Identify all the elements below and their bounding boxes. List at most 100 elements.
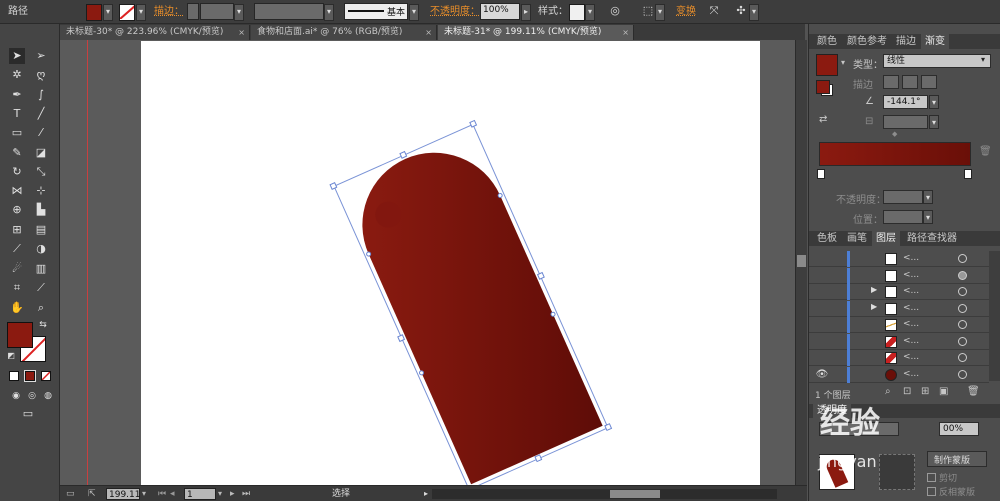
stop-opacity-dropdown[interactable]: ▾ <box>923 190 933 204</box>
direct-selection-icon[interactable]: ➢ <box>33 48 49 64</box>
stroke-weight-stepper[interactable] <box>187 3 199 20</box>
selection-icon[interactable]: ➤ <box>9 48 25 64</box>
gradient-icon[interactable]: ▤ <box>33 222 49 238</box>
close-icon[interactable]: × <box>425 25 432 40</box>
tab-food-and-store[interactable]: 食物和店面.ai* @ 76% (RGB/预览) × <box>251 25 437 40</box>
stop-opacity-input[interactable] <box>883 190 923 204</box>
reverse-gradient-icon[interactable]: ⇄ <box>819 114 827 125</box>
vertical-scrollbar[interactable] <box>795 40 807 485</box>
visibility-eye-icon[interactable] <box>815 285 829 299</box>
visibility-eye-icon[interactable]: 👁 <box>815 368 829 382</box>
stroke-gradient-along-icon[interactable] <box>902 75 918 89</box>
stroke-color-swatch[interactable] <box>119 4 135 21</box>
delete-layer-icon[interactable]: 🗑 <box>967 386 980 397</box>
tab-color[interactable]: 颜色 <box>813 34 841 49</box>
prev-artboard-icon[interactable]: ◂ <box>170 488 175 500</box>
target-circle-icon[interactable] <box>958 320 967 329</box>
draw-normal-icon[interactable]: ◉ <box>8 388 24 404</box>
paintbrush-icon[interactable]: ⁄ <box>33 125 49 141</box>
tab-color-guide[interactable]: 颜色参考 <box>843 34 891 49</box>
variable-width-dropdown[interactable]: ▾ <box>324 4 334 21</box>
close-icon[interactable]: × <box>622 25 629 40</box>
fill-gradient-swatch[interactable] <box>816 80 830 94</box>
delete-stop-icon[interactable]: 🗑 <box>979 146 992 157</box>
opacity-dropdown-arrow[interactable]: ▸ <box>521 4 531 21</box>
export-icon[interactable]: ⇱ <box>88 488 96 500</box>
tab-stroke[interactable]: 描边 <box>892 34 920 49</box>
layers-scrollbar[interactable] <box>989 251 1000 381</box>
magic-wand-icon[interactable]: ✲ <box>9 67 25 83</box>
stroke-gradient-within-icon[interactable] <box>883 75 899 89</box>
shape-builder-icon[interactable]: ⊕ <box>9 202 25 218</box>
brush-dropdown-arrow[interactable]: ▾ <box>409 4 419 21</box>
color-mode-icon[interactable] <box>9 371 19 381</box>
fill-dropdown-arrow[interactable]: ▾ <box>103 4 113 21</box>
fill-color-box[interactable] <box>7 322 33 348</box>
tab-document-31[interactable]: 未标题-31* @ 199.11% (CMYK/预览) × <box>438 25 634 40</box>
recolor-artwork-icon[interactable]: ◎ <box>607 3 623 20</box>
draw-inside-icon[interactable]: ◍ <box>40 388 56 404</box>
opacity-input[interactable]: 100% <box>480 3 520 20</box>
stroke-gradient-across-icon[interactable] <box>921 75 937 89</box>
graphic-style-swatch[interactable] <box>569 4 585 21</box>
expand-arrow-icon[interactable]: ▶ <box>871 302 877 311</box>
visibility-eye-icon[interactable] <box>815 302 829 316</box>
gradient-slider-bar[interactable] <box>819 142 971 166</box>
horizontal-scrollbar[interactable] <box>432 489 777 499</box>
layer-row[interactable]: <... <box>809 251 989 267</box>
visibility-eye-icon[interactable] <box>815 351 829 365</box>
target-circle-icon[interactable] <box>958 353 967 362</box>
isolate-icon[interactable]: ⤧ <box>706 3 722 20</box>
visibility-eye-icon[interactable] <box>815 318 829 332</box>
horizontal-scroll-thumb[interactable] <box>610 490 660 498</box>
new-layer-icon[interactable]: ▣ <box>939 386 948 397</box>
blend-icon[interactable]: ◑ <box>33 241 49 257</box>
gradient-preview-dropdown[interactable]: ▾ <box>841 58 845 67</box>
close-icon[interactable]: × <box>238 25 245 40</box>
gradient-mode-icon[interactable] <box>24 370 36 382</box>
slice-icon[interactable]: ⟋ <box>33 280 49 296</box>
clip-checkbox[interactable] <box>927 473 936 482</box>
visibility-eye-icon[interactable] <box>815 269 829 283</box>
stop-location-input[interactable] <box>883 210 923 224</box>
stroke-dropdown-arrow[interactable]: ▾ <box>136 4 146 21</box>
default-colors-icon[interactable]: ◩ <box>6 351 16 361</box>
angle-dropdown[interactable]: ▾ <box>929 95 939 109</box>
curvature-icon[interactable]: ∫ <box>33 87 49 103</box>
mask-thumbnail[interactable] <box>879 454 915 490</box>
layer-row[interactable]: <... <box>809 317 989 333</box>
tab-pathfinder[interactable]: 路径查找器 <box>903 231 961 246</box>
target-circle-icon[interactable] <box>958 270 967 280</box>
rotate-icon[interactable]: ↻ <box>9 164 25 180</box>
none-mode-icon[interactable] <box>41 371 51 381</box>
line-segment-icon[interactable]: ╱ <box>33 106 49 122</box>
swap-fill-stroke-icon[interactable]: ⇆ <box>38 320 48 330</box>
layer-row[interactable]: <... <box>809 350 989 366</box>
gradient-stop-left[interactable] <box>817 169 825 179</box>
gradient-type-select[interactable]: 线性 <box>883 54 991 68</box>
tab-document-30[interactable]: 未标题-30* @ 223.96% (CMYK/预览) × <box>60 25 250 40</box>
gradient-preview-swatch[interactable] <box>816 54 838 76</box>
align-icon[interactable]: ⬚ <box>640 3 656 20</box>
status-menu-arrow[interactable]: ▸ <box>424 488 428 500</box>
rectangle-icon[interactable]: ▭ <box>9 125 25 141</box>
align-dropdown[interactable]: ▾ <box>655 4 665 21</box>
make-clipping-mask-icon[interactable]: ⊡ <box>903 386 911 397</box>
midpoint-diamond-icon[interactable]: ◆ <box>892 130 897 138</box>
column-graph-icon[interactable]: ▥ <box>33 261 49 277</box>
width-icon[interactable]: ⋈ <box>9 183 25 199</box>
artboard-number-input[interactable]: 1 <box>184 488 216 500</box>
target-circle-icon[interactable] <box>958 254 967 263</box>
layer-row[interactable]: <... <box>809 267 989 284</box>
mesh-icon[interactable]: ⊞ <box>9 222 25 238</box>
layer-row[interactable]: ▶ <... <box>809 300 989 317</box>
target-circle-icon[interactable] <box>958 369 967 379</box>
visibility-eye-icon[interactable] <box>815 252 829 266</box>
layer-row[interactable]: 👁 <... <box>809 366 989 383</box>
new-sublayer-icon[interactable]: ⊞ <box>921 386 929 397</box>
canvas-area[interactable] <box>60 40 795 485</box>
layer-row[interactable]: <... <box>809 333 989 350</box>
pencil-icon[interactable]: ✎ <box>9 145 25 161</box>
tab-swatches[interactable]: 色板 <box>813 231 841 246</box>
hand-icon[interactable]: ✋ <box>9 300 25 316</box>
